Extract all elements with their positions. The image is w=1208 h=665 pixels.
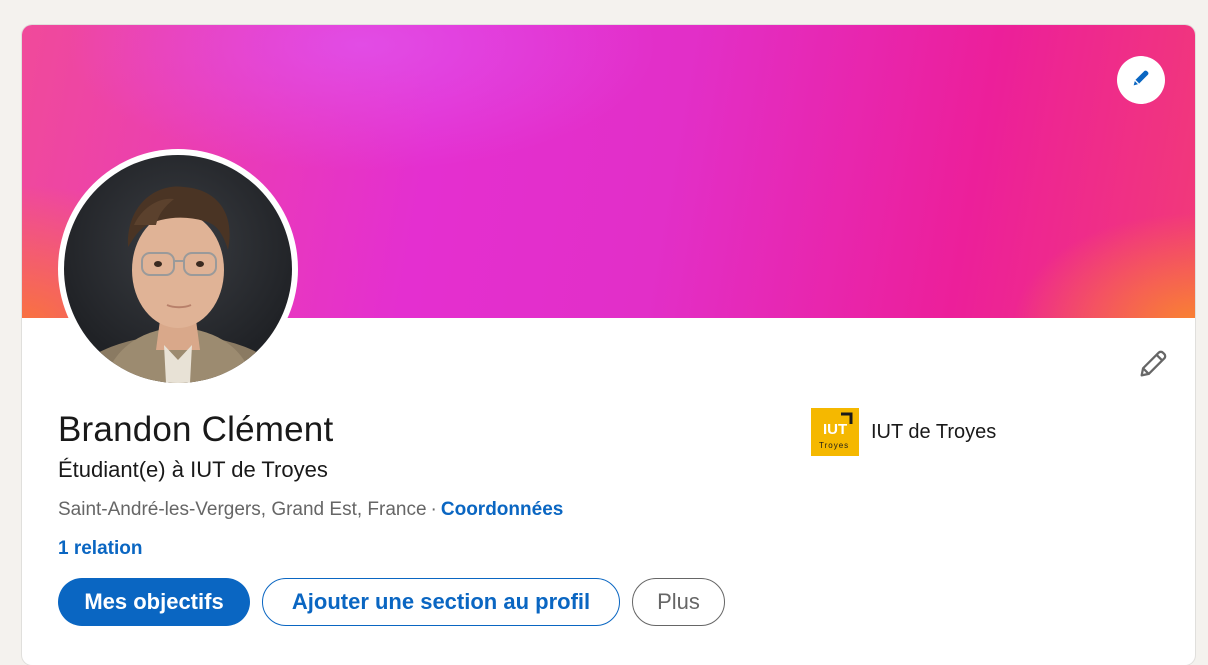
contact-info-link[interactable]: Coordonnées [441, 499, 563, 520]
school-entry[interactable]: IUT Troyes IUT de Troyes [811, 408, 996, 456]
profile-card: Brandon Clément Étudiant(e) à IUT de Tro… [22, 25, 1195, 665]
avatar[interactable] [64, 155, 292, 383]
school-logo: IUT Troyes [811, 408, 859, 456]
school-name: IUT de Troyes [871, 420, 997, 443]
profile-location: Saint-André-les-Vergers, Grand Est, Fran… [58, 499, 427, 520]
school-logo-subtext: Troyes [819, 441, 849, 450]
edit-banner-button[interactable] [1117, 56, 1165, 104]
school-logo-text: IUT [823, 421, 847, 438]
pencil-icon [1136, 347, 1170, 386]
edit-intro-button[interactable] [1133, 346, 1173, 386]
connections-link[interactable]: 1 relation [58, 538, 142, 560]
location-line: Saint-André-les-Vergers, Grand Est, Fran… [58, 499, 563, 521]
objectives-button[interactable]: Mes objectifs [58, 578, 250, 626]
profile-headline: Étudiant(e) à IUT de Troyes [58, 457, 328, 482]
pencil-icon [1130, 67, 1152, 94]
add-profile-section-button[interactable]: Ajouter une section au profil [262, 578, 620, 626]
more-button[interactable]: Plus [632, 578, 725, 626]
profile-photo-frame[interactable] [58, 149, 298, 389]
profile-name: Brandon Clément [58, 410, 334, 449]
separator: · [430, 499, 437, 520]
